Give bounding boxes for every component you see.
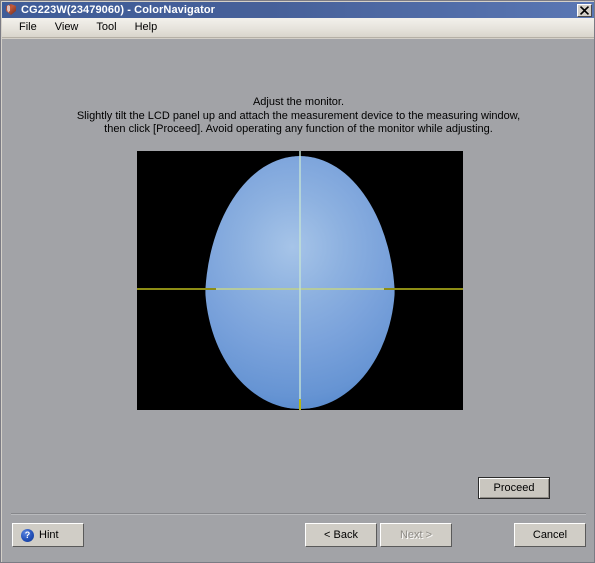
hint-button[interactable]: ? Hint xyxy=(12,523,84,547)
client-area: Adjust the monitor. Slightly tilt the LC… xyxy=(2,39,594,562)
back-button-label: < Back xyxy=(324,529,358,541)
cancel-button[interactable]: Cancel xyxy=(514,523,586,547)
menu-item-tool[interactable]: Tool xyxy=(87,19,125,36)
menu-bar: File View Tool Help xyxy=(2,18,594,38)
instruction-line-2: Slightly tilt the LCD panel up and attac… xyxy=(76,109,521,122)
menu-item-view[interactable]: View xyxy=(46,19,88,36)
window-title: CG223W(23479060) - ColorNavigator xyxy=(21,4,216,16)
question-mark-icon: ? xyxy=(21,528,34,542)
measurement-window-panel xyxy=(137,151,463,410)
next-button: Next > xyxy=(380,523,452,547)
instruction-line-1: Adjust the monitor. xyxy=(252,96,345,108)
cancel-button-label: Cancel xyxy=(532,529,568,541)
instruction-line-3: then click [Proceed]. Avoid operating an… xyxy=(104,123,493,135)
eizo-shield-icon xyxy=(5,4,17,16)
instruction-text: Adjust the monitor. Slightly tilt the LC… xyxy=(2,96,594,137)
next-button-label: Next > xyxy=(399,529,433,541)
menu-item-file[interactable]: File xyxy=(10,19,46,36)
hint-button-label: Hint xyxy=(39,529,59,541)
title-bar: CG223W(23479060) - ColorNavigator xyxy=(2,2,594,18)
menu-item-help[interactable]: Help xyxy=(126,19,167,36)
close-icon[interactable] xyxy=(577,3,592,17)
proceed-button-label: Proceed xyxy=(493,482,535,494)
crosshair-vertical-line-lower xyxy=(299,399,301,410)
proceed-button[interactable]: Proceed xyxy=(478,477,550,499)
color-navigator-window: CG223W(23479060) - ColorNavigator File V… xyxy=(0,0,595,563)
back-button[interactable]: < Back xyxy=(305,523,377,547)
crosshair-vertical-line xyxy=(299,151,301,404)
footer-divider xyxy=(11,513,586,515)
